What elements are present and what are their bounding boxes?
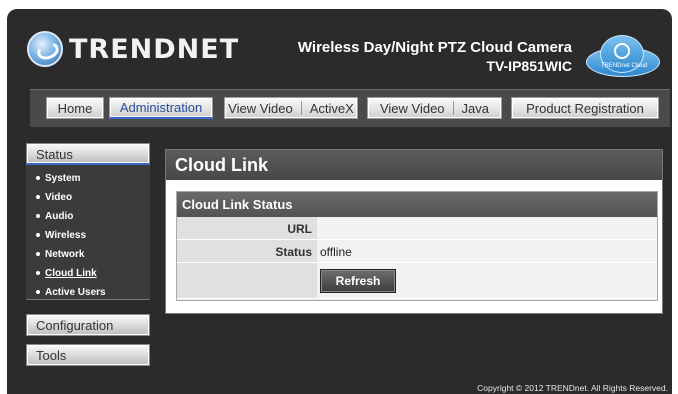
sidebar-item-label: System — [45, 173, 81, 184]
sidebar: Status System Video Audio Wireless Netwo… — [26, 143, 150, 366]
bullet-icon — [36, 271, 40, 276]
status-value: offline — [317, 240, 657, 262]
nav-home[interactable]: Home — [46, 97, 104, 119]
bullet-icon — [36, 252, 40, 257]
bullet-icon — [36, 195, 40, 200]
nav-product-registration-label: Product Registration — [526, 100, 644, 116]
sidebar-item-label: Cloud Link — [45, 268, 97, 279]
product-model: TV-IP851WIC — [486, 58, 572, 74]
sidebar-item-video[interactable]: Video — [26, 188, 150, 207]
sidebar-status-label: Status — [36, 147, 73, 162]
header: TRENDNET Wireless Day/Night PTZ Cloud Ca… — [7, 9, 672, 89]
nav-view-video-activex[interactable]: View Video ActiveX — [224, 97, 358, 119]
sidebar-item-label: Video — [45, 192, 73, 203]
url-row: URL — [177, 217, 657, 240]
panel-title: Cloud Link Status — [177, 192, 657, 217]
sidebar-configuration-label: Configuration — [36, 318, 114, 333]
nav-administration[interactable]: Administration — [109, 97, 213, 119]
nav-separator — [452, 101, 454, 115]
refresh-button-label: Refresh — [335, 274, 381, 288]
sidebar-item-label: Network — [45, 249, 85, 260]
sidebar-item-system[interactable]: System — [26, 169, 150, 188]
trendnet-logo-icon — [27, 31, 63, 67]
status-row: Status offline — [177, 240, 657, 263]
sidebar-item-audio[interactable]: Audio — [26, 207, 150, 226]
url-value — [317, 217, 657, 239]
sidebar-status-list: System Video Audio Wireless Network Clou… — [26, 165, 150, 300]
sidebar-item-label: Audio — [45, 211, 74, 222]
cloud-badge-label: TRENDnet Cloud — [600, 63, 648, 69]
sidebar-tools-label: Tools — [36, 348, 67, 363]
product-name: Wireless Day/Night PTZ Cloud Camera — [297, 39, 572, 56]
bullet-icon — [36, 290, 40, 295]
sidebar-status-header[interactable]: Status — [26, 143, 150, 165]
bullet-icon — [36, 176, 40, 181]
nav-view-video-label: View Video — [379, 100, 445, 116]
bullet-icon — [36, 214, 40, 219]
main-panel: Cloud Link Cloud Link Status URL Status … — [165, 149, 663, 314]
nav-administration-label: Administration — [119, 100, 203, 115]
page-title: Cloud Link — [166, 150, 662, 180]
cloud-link-status-panel: Cloud Link Status URL Status offline Ref… — [176, 191, 658, 301]
brand-logo: TRENDNET — [27, 31, 239, 67]
copyright-footer: Copyright © 2012 TRENDnet. All Rights Re… — [477, 383, 668, 393]
nav-home-label: Home — [57, 100, 93, 116]
nav-java-label: Java — [461, 100, 490, 116]
url-label: URL — [177, 217, 317, 239]
sidebar-item-label: Wireless — [45, 230, 87, 241]
sidebar-configuration-header[interactable]: Configuration — [26, 314, 150, 336]
brand-name: TRENDNET — [69, 33, 240, 65]
sidebar-item-label: Active Users — [45, 287, 106, 298]
cloud-logo-icon — [614, 43, 630, 59]
nav-view-video-java[interactable]: View Video Java — [367, 97, 502, 119]
refresh-button[interactable]: Refresh — [320, 269, 396, 293]
main-nav: Home Administration View Video ActiveX V… — [30, 89, 670, 127]
sidebar-tools-header[interactable]: Tools — [26, 344, 150, 366]
cloud-badge: TRENDnet Cloud — [582, 31, 664, 81]
status-label: Status — [177, 240, 317, 262]
product-info: Wireless Day/Night PTZ Cloud Camera TV-I… — [298, 39, 572, 74]
sidebar-item-network[interactable]: Network — [26, 245, 150, 264]
refresh-row: Refresh — [177, 263, 657, 299]
nav-view-video-label: View Video — [228, 100, 293, 116]
nav-product-registration[interactable]: Product Registration — [511, 97, 659, 119]
nav-separator — [300, 101, 302, 115]
sidebar-item-wireless[interactable]: Wireless — [26, 226, 150, 245]
sidebar-item-cloud-link[interactable]: Cloud Link — [26, 264, 150, 283]
nav-activex-label: ActiveX — [309, 100, 354, 116]
bullet-icon — [36, 233, 40, 238]
